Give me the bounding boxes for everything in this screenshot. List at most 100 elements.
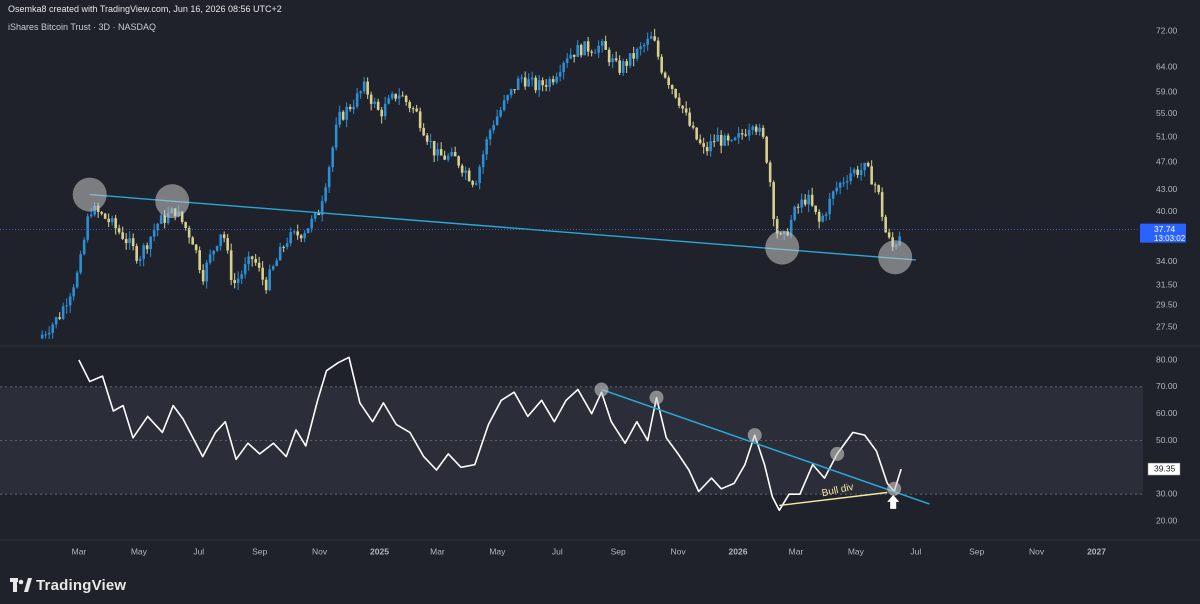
candle <box>544 79 548 92</box>
candle-body <box>121 232 124 239</box>
candle-body <box>429 140 432 142</box>
candle <box>583 41 586 56</box>
candle <box>201 264 205 285</box>
candle-body <box>621 61 625 73</box>
candle-body <box>257 262 261 268</box>
candle-body <box>443 155 446 160</box>
candle <box>506 94 509 104</box>
candle-body <box>873 184 877 186</box>
candle-body <box>296 231 299 236</box>
candle <box>58 312 61 321</box>
time-tick-label: May <box>848 546 865 556</box>
last-price-value: 37.74 <box>1154 224 1176 234</box>
candle-body <box>114 218 117 229</box>
candle <box>425 133 429 145</box>
candle <box>863 162 866 177</box>
candle <box>401 91 404 97</box>
candle <box>534 75 537 94</box>
candle-body <box>639 46 642 50</box>
candle-body <box>838 182 842 188</box>
candle-body <box>572 54 576 57</box>
candle-body <box>513 89 516 91</box>
candle <box>142 243 145 267</box>
price-tick-label: 31.50 <box>1156 279 1178 289</box>
candle-body <box>369 94 373 104</box>
candle <box>303 230 306 243</box>
candle-body <box>597 45 600 53</box>
candle-body <box>362 81 366 92</box>
candle <box>614 51 618 63</box>
candle-body <box>800 199 803 208</box>
candle-body <box>499 110 502 117</box>
candle <box>222 231 226 243</box>
price-tick-label: 51.00 <box>1156 131 1178 141</box>
candle-body <box>852 169 856 174</box>
candle <box>758 123 761 136</box>
candle <box>299 234 303 243</box>
candle <box>747 123 751 141</box>
candle-body <box>250 256 254 259</box>
candle-body <box>355 93 359 107</box>
time-tick-label: Sep <box>969 546 984 556</box>
oscillator-tick-label: 30.00 <box>1156 488 1178 498</box>
candle-body <box>338 111 341 125</box>
oscillator-touch-marker <box>594 382 609 397</box>
candle <box>103 212 107 220</box>
candle <box>593 48 597 54</box>
candle <box>621 58 625 76</box>
candle <box>331 145 334 173</box>
candle <box>306 228 310 234</box>
candle-body <box>138 258 142 261</box>
candle-body <box>100 212 103 214</box>
candle <box>803 194 807 207</box>
candle-body <box>212 250 215 255</box>
candle <box>761 125 765 140</box>
candle <box>205 260 208 289</box>
candle-body <box>282 246 285 248</box>
oscillator-touch-marker <box>747 428 762 443</box>
time-tick-label: May <box>489 546 506 556</box>
candle <box>824 211 828 221</box>
candle <box>537 74 541 97</box>
candle <box>723 133 726 147</box>
oscillator-tick-label: 20.00 <box>1156 515 1178 525</box>
candle <box>880 187 884 222</box>
candle <box>688 107 691 127</box>
candle <box>138 255 142 267</box>
candle-body <box>488 130 492 140</box>
candle-body <box>747 129 751 136</box>
candle <box>478 164 481 190</box>
candle-body <box>870 166 873 185</box>
candle-body <box>152 230 156 237</box>
candle <box>681 105 684 114</box>
candle <box>320 195 324 222</box>
candle <box>376 98 380 111</box>
candle-body <box>366 81 369 95</box>
candle <box>807 189 810 212</box>
candle-body <box>40 334 44 339</box>
price-tick-label: 27.50 <box>1156 321 1178 331</box>
candle-body <box>191 237 194 245</box>
time-tick-label: Mar <box>789 546 804 556</box>
candle-body <box>492 124 495 131</box>
candle-body <box>240 274 243 279</box>
candle-body <box>184 222 187 228</box>
candle <box>436 142 439 162</box>
candle-body <box>733 137 737 140</box>
candle <box>502 95 506 112</box>
candle-body <box>849 173 852 182</box>
candle <box>649 31 653 40</box>
tradingview-brand[interactable]: TradingView <box>10 576 126 594</box>
candle <box>268 264 271 292</box>
candle <box>737 127 740 144</box>
candle-body <box>68 296 72 306</box>
candle <box>569 48 572 60</box>
candle-body <box>348 106 352 110</box>
candle-body <box>705 146 709 152</box>
candle <box>873 182 877 193</box>
candle <box>558 64 562 82</box>
chart-canvas[interactable]: Bull div 72.0064.0059.0055.0051.0047.004… <box>0 0 1200 604</box>
candle <box>509 88 513 99</box>
candle-body <box>86 216 89 240</box>
candle <box>271 264 275 272</box>
